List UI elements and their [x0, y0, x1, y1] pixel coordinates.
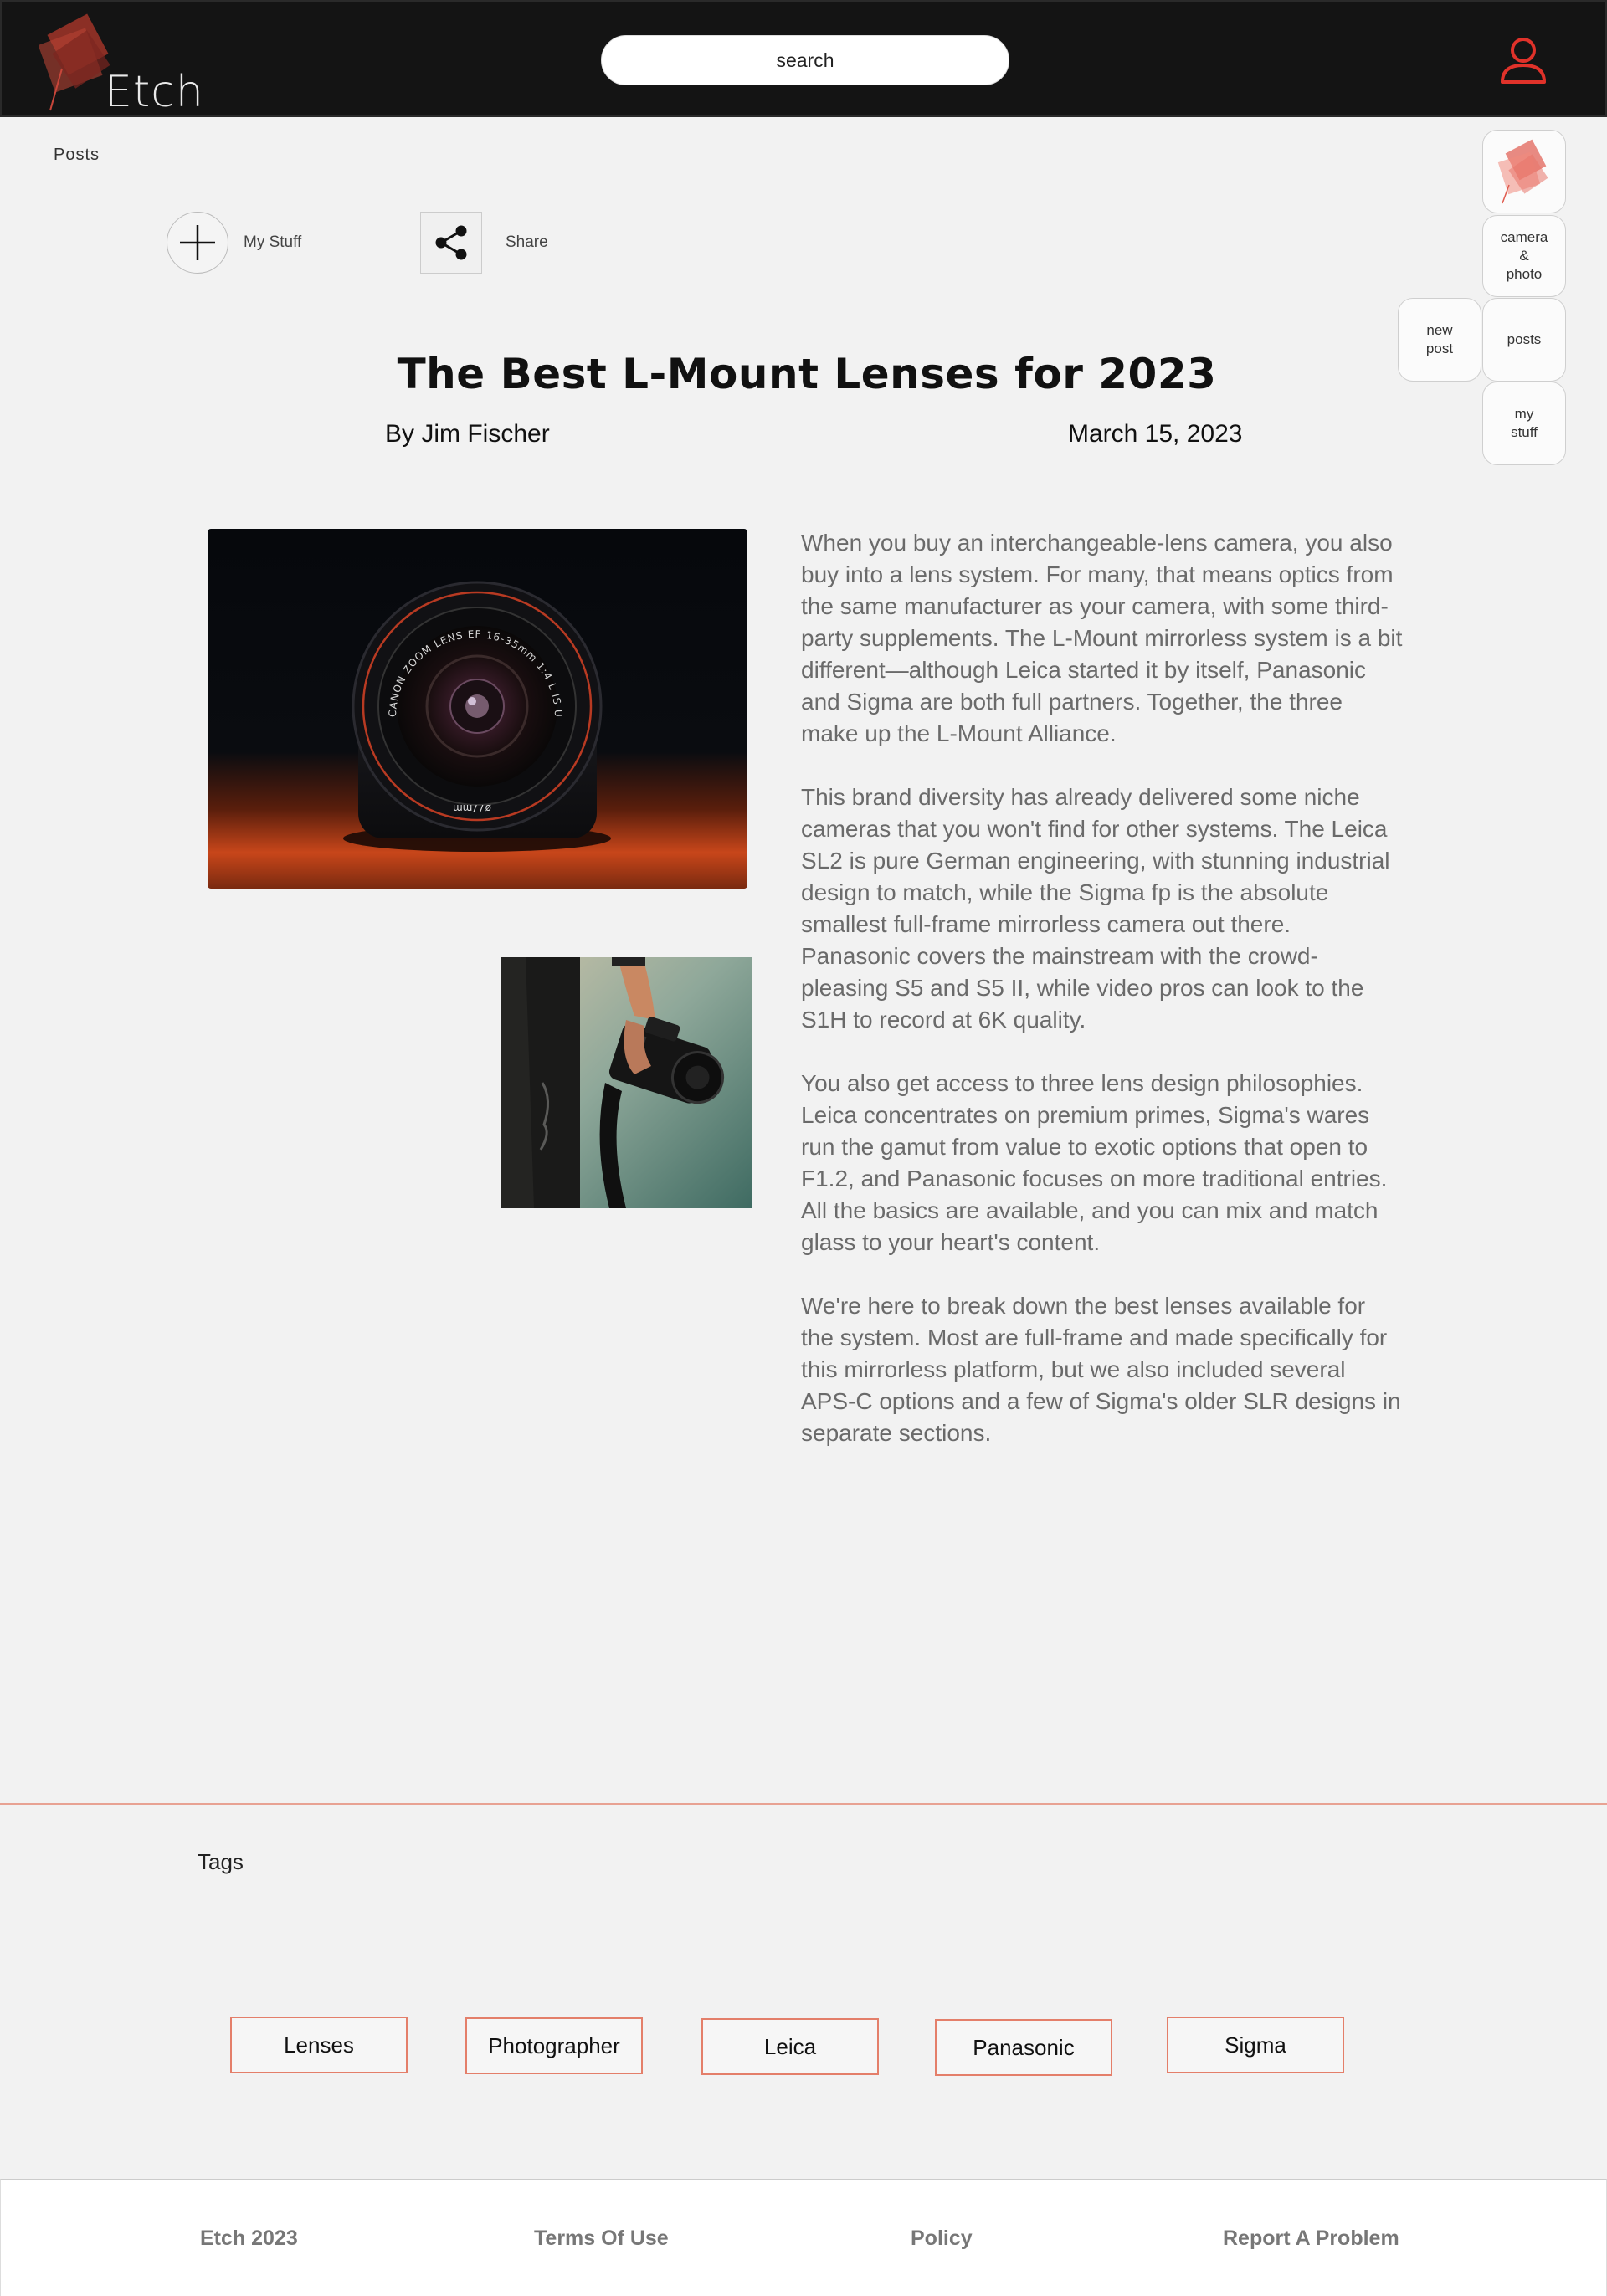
- tag-label: Photographer: [488, 2032, 620, 2058]
- article-paragraph: We're here to break down the best lenses…: [801, 1293, 1401, 1446]
- tag-label: Leica: [763, 2033, 817, 2059]
- tag-label: Lenses: [284, 2032, 354, 2058]
- side-nav-home-logo[interactable]: [1482, 130, 1566, 213]
- footer-copyright: Etch 2023: [200, 2227, 298, 2250]
- top-navigation-bar: Etch search: [0, 0, 1607, 117]
- article-paragraph: This brand diversity has already deliver…: [801, 784, 1390, 1033]
- article-paragraph: You also get access to three lens design…: [801, 1070, 1388, 1255]
- user-profile-icon[interactable]: [1498, 35, 1548, 85]
- breadcrumb[interactable]: Posts: [54, 146, 100, 165]
- side-nav-posts-label: posts: [1507, 331, 1542, 347]
- brand-name: Etch: [105, 67, 204, 117]
- hand-holding-camera-photo: [501, 957, 752, 1208]
- footer-terms-link[interactable]: Terms Of Use: [534, 2227, 669, 2251]
- section-divider: [0, 1803, 1607, 1805]
- search-placeholder: search: [776, 49, 834, 71]
- article-body: When you buy an interchangeable-lens cam…: [801, 527, 1404, 1481]
- share-label: Share: [506, 233, 548, 251]
- plus-icon: [167, 212, 228, 274]
- lens-filter-text: ø77mm: [453, 802, 491, 814]
- footer-report-problem-link[interactable]: Report A Problem: [1223, 2227, 1399, 2251]
- tag-label: Panasonic: [973, 2034, 1075, 2060]
- side-nav-my-stuff-label: my stuff: [1511, 406, 1538, 440]
- side-nav-camera-photo[interactable]: camera & photo: [1482, 215, 1566, 297]
- page-footer: Etch 2023 Terms Of Use Policy Report A P…: [0, 2179, 1607, 2296]
- footer-policy-link[interactable]: Policy: [911, 2227, 973, 2251]
- tag-panasonic[interactable]: Panasonic: [935, 2019, 1112, 2076]
- tag-lenses[interactable]: Lenses: [230, 2017, 408, 2073]
- camera-lens-photo: CANON ZOOM LENS EF 16-35mm 1:4 L IS USM …: [208, 529, 747, 889]
- side-nav-camera-photo-label: camera & photo: [1500, 229, 1548, 282]
- tag-sigma[interactable]: Sigma: [1167, 2017, 1344, 2073]
- tag-photographer[interactable]: Photographer: [465, 2017, 643, 2074]
- my-stuff-label: My Stuff: [244, 233, 302, 251]
- search-input[interactable]: search: [601, 35, 1009, 85]
- tag-label: Sigma: [1225, 2032, 1286, 2058]
- etch-logo[interactable]: Etch: [39, 10, 206, 119]
- tag-leica[interactable]: Leica: [701, 2018, 879, 2075]
- share-icon: [420, 212, 482, 274]
- add-to-my-stuff-button[interactable]: My Stuff: [167, 212, 301, 274]
- article-author: By Jim Fischer: [385, 420, 550, 448]
- tags-heading: Tags: [198, 1849, 244, 1874]
- article-date: March 15, 2023: [1068, 420, 1243, 448]
- etch-logo-icon: [1497, 139, 1548, 204]
- share-button[interactable]: Share: [420, 212, 548, 274]
- article-title: The Best L-Mount Lenses for 2023: [397, 350, 1217, 398]
- article-paragraph: When you buy an interchangeable-lens cam…: [801, 530, 1403, 746]
